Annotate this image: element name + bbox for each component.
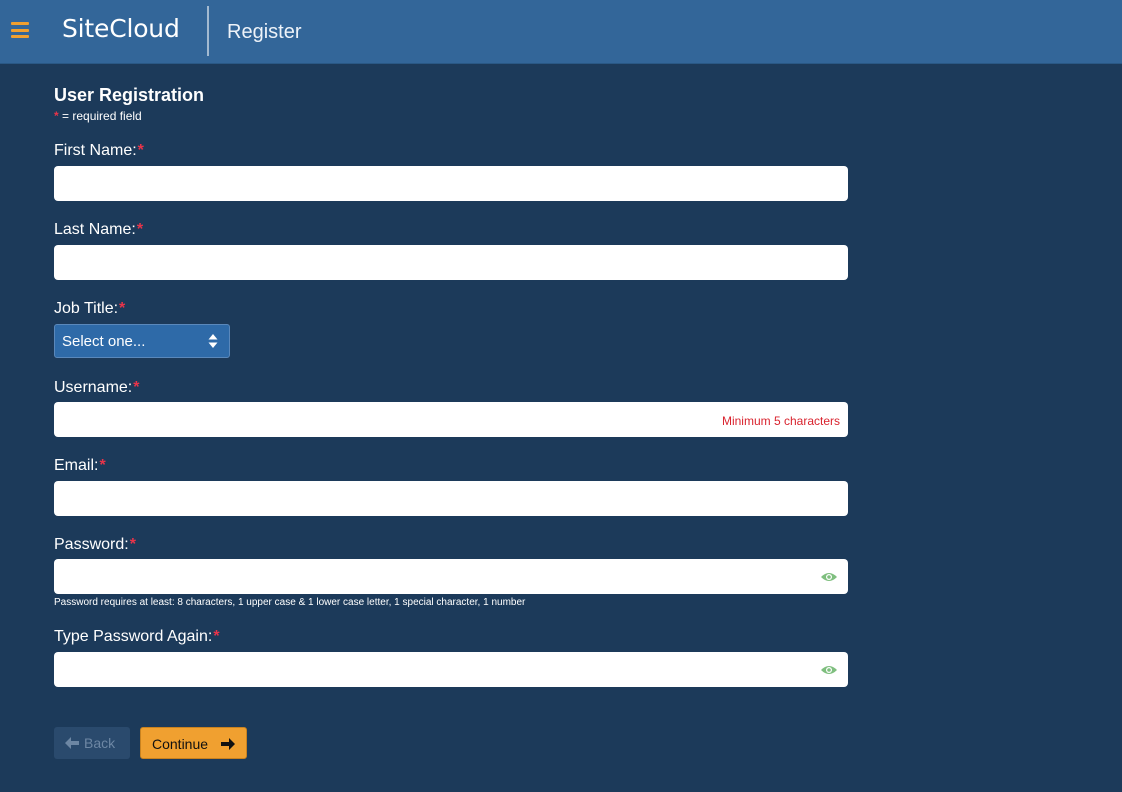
- hamburger-menu-icon[interactable]: [11, 22, 29, 38]
- email-label: Email:*: [54, 457, 106, 475]
- continue-button-label: Continue: [152, 736, 209, 752]
- password-requirements-hint: Password requires at least: 8 characters…: [54, 597, 526, 608]
- required-star: *: [133, 379, 140, 396]
- first-name-input[interactable]: [54, 166, 848, 201]
- required-note: * = required field: [54, 109, 142, 123]
- job-title-selected-value: Select one...: [62, 333, 146, 350]
- required-note-text: = required field: [62, 109, 142, 123]
- arrow-right-icon: [221, 738, 235, 750]
- password-again-label: Type Password Again:*: [54, 628, 220, 646]
- job-title-label-text: Job Title:: [54, 300, 119, 317]
- required-star: *: [137, 142, 144, 159]
- last-name-label: Last Name:*: [54, 221, 143, 239]
- first-name-label: First Name:*: [54, 142, 144, 160]
- page-title: Register: [227, 21, 302, 43]
- eye-icon[interactable]: [820, 571, 838, 583]
- eye-icon[interactable]: [820, 664, 838, 676]
- last-name-label-text: Last Name:: [54, 221, 136, 238]
- header-divider: [207, 6, 209, 56]
- form-title: User Registration: [54, 85, 205, 105]
- required-star: *: [213, 628, 220, 645]
- arrow-left-icon: [65, 737, 79, 749]
- password-label-text: Password:: [54, 536, 129, 553]
- password-label: Password:*: [54, 536, 136, 554]
- username-label: Username:*: [54, 379, 139, 397]
- last-name-input[interactable]: [54, 245, 848, 280]
- required-star: *: [99, 457, 106, 474]
- required-star: *: [129, 536, 136, 553]
- back-button-label: Back: [84, 735, 116, 751]
- username-hint: Minimum 5 characters: [721, 414, 840, 428]
- required-star: *: [119, 300, 126, 317]
- first-name-label-text: First Name:: [54, 142, 137, 159]
- required-star: *: [136, 221, 144, 238]
- required-star: *: [54, 109, 59, 123]
- email-label-text: Email:: [54, 457, 99, 474]
- password-again-input[interactable]: [54, 652, 848, 687]
- back-button[interactable]: Back: [54, 727, 130, 759]
- username-label-text: Username:: [54, 379, 133, 396]
- job-title-label: Job Title:*: [54, 300, 125, 318]
- password-again-label-text: Type Password Again:: [54, 628, 213, 645]
- brand-logo[interactable]: SiteCloud: [62, 14, 180, 43]
- job-title-select[interactable]: Select one...: [54, 324, 230, 358]
- password-input[interactable]: [54, 559, 848, 594]
- top-navbar: SiteCloud Register: [0, 0, 1122, 64]
- email-input[interactable]: [54, 481, 848, 516]
- continue-button[interactable]: Continue: [140, 727, 247, 759]
- select-arrows-icon: [208, 334, 218, 348]
